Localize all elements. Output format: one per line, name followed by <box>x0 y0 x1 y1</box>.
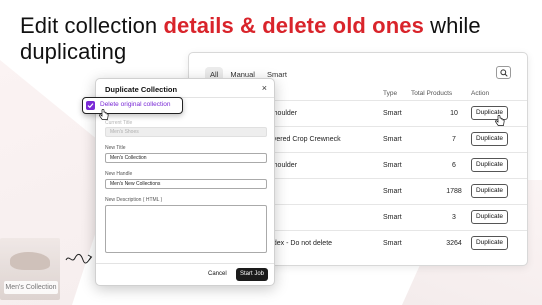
column-total-products: Total Products <box>411 90 453 97</box>
new-title-field[interactable]: Men's Collection <box>105 153 267 163</box>
duplicate-button[interactable]: Duplicate <box>471 132 508 146</box>
new-handle-label: New Handle <box>105 171 133 177</box>
cancel-button[interactable]: Cancel <box>208 271 227 277</box>
duplicate-collection-dialog: Duplicate Collection × Delete original c… <box>82 78 275 286</box>
dialog-title: Duplicate Collection <box>105 85 178 94</box>
row-title: ndex - Do not delete <box>269 240 333 247</box>
checkmark-icon <box>87 103 94 109</box>
row-type: Smart <box>383 136 402 143</box>
shoe-image <box>10 252 50 270</box>
new-handle-field[interactable]: Men's New Collections <box>105 179 267 189</box>
column-type: Type <box>383 90 398 97</box>
headline-prefix: Edit collection <box>20 13 164 38</box>
row-title: ayered Crop Crewneck <box>269 136 341 143</box>
current-title-label: Current Title <box>105 120 133 126</box>
close-icon[interactable]: × <box>262 83 267 93</box>
search-button[interactable] <box>496 66 511 79</box>
row-type: Smart <box>383 214 402 221</box>
duplicate-button[interactable]: Duplicate <box>471 158 508 172</box>
duplicate-button[interactable]: Duplicate <box>471 210 508 224</box>
current-title-field: Men's Shoes <box>105 127 267 137</box>
column-action: Action <box>471 90 490 97</box>
delete-original-label: Delete original collection <box>100 101 171 108</box>
search-icon <box>500 69 508 77</box>
delete-original-checkbox[interactable] <box>86 101 95 110</box>
divider <box>96 263 274 264</box>
row-type: Smart <box>383 110 402 117</box>
delete-original-checkbox-row[interactable]: Delete original collection <box>82 97 183 114</box>
headline-accent: details & delete old ones <box>163 13 424 38</box>
squiggle-arrow-icon <box>65 253 93 264</box>
row-type: Smart <box>383 240 402 247</box>
duplicate-button[interactable]: Duplicate <box>471 184 508 198</box>
new-title-label: New Title <box>105 145 126 151</box>
start-job-button[interactable]: Start Job <box>236 268 268 281</box>
description-label: New Description ( HTML ) <box>105 197 163 203</box>
row-type: Smart <box>383 188 402 195</box>
row-type: Smart <box>383 162 402 169</box>
description-textarea[interactable] <box>105 205 267 253</box>
duplicate-button[interactable]: Duplicate <box>471 236 508 250</box>
thumbnail-caption: Men's Collection <box>4 281 58 294</box>
